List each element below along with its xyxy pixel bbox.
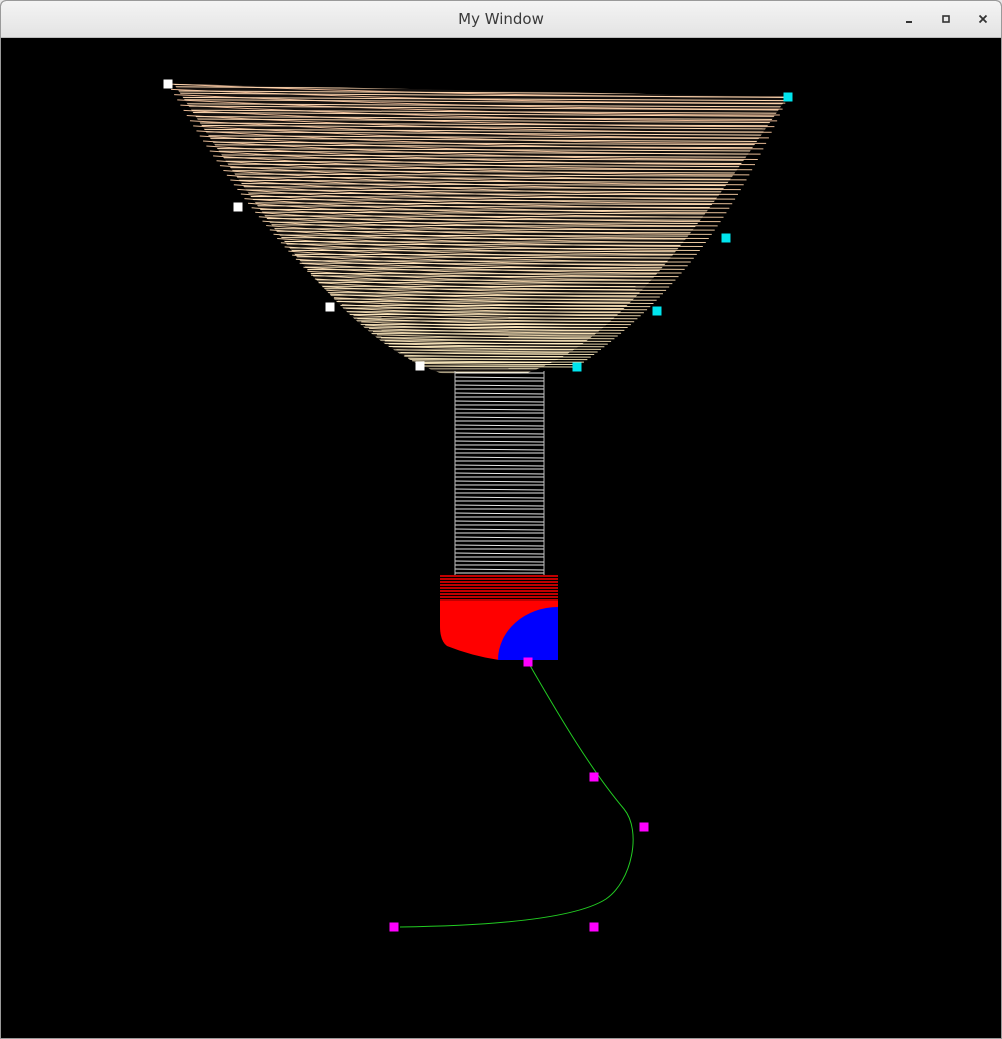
stem-line bbox=[454, 448, 545, 451]
stem-line bbox=[454, 440, 545, 443]
bowl-hatch-line bbox=[174, 279, 788, 282]
stem-line bbox=[454, 536, 545, 539]
bowl-hatch-line bbox=[174, 332, 788, 335]
bowl-hatch-line bbox=[174, 259, 788, 263]
curve-handle[interactable] bbox=[589, 922, 599, 932]
bowl-left-handle[interactable] bbox=[233, 202, 243, 212]
bowl-hatch-line bbox=[174, 285, 788, 288]
drawing-canvas[interactable] bbox=[2, 38, 1001, 1038]
maximize-icon bbox=[942, 15, 950, 23]
title-bar[interactable]: My Window bbox=[1, 1, 1001, 38]
maximize-button[interactable] bbox=[936, 9, 956, 29]
stem-line bbox=[454, 496, 545, 499]
bowl-left-handle[interactable] bbox=[163, 79, 173, 89]
bowl-hatch-line bbox=[174, 253, 788, 256]
stem-line bbox=[454, 552, 545, 555]
bowl-left-handle[interactable] bbox=[325, 302, 335, 312]
curve-handle[interactable] bbox=[389, 922, 399, 932]
bowl-hatch-line bbox=[174, 304, 788, 307]
app-window: My Window bbox=[0, 0, 1002, 1039]
bowl-hatch-line bbox=[174, 272, 788, 275]
bowl-hatch-line bbox=[174, 326, 788, 329]
stem-line bbox=[454, 456, 545, 459]
bowl-right-handle[interactable] bbox=[572, 362, 582, 372]
stem-line bbox=[454, 416, 545, 419]
bowl-right-handle[interactable] bbox=[721, 233, 731, 243]
stem-line bbox=[454, 512, 545, 515]
profile-curve bbox=[399, 661, 634, 928]
curve-handle[interactable] bbox=[639, 822, 649, 832]
bowl-hatch-line bbox=[174, 298, 788, 300]
bowl-surface bbox=[167, 83, 789, 374]
bowl-hatch-line bbox=[174, 339, 788, 341]
profile-curve-path bbox=[399, 661, 634, 928]
bowl-left-handle[interactable] bbox=[415, 361, 425, 371]
stem-line bbox=[454, 568, 545, 571]
stem-line bbox=[454, 432, 545, 435]
stem-line bbox=[454, 384, 545, 387]
stem-line bbox=[454, 400, 545, 403]
bowl-hatch-line bbox=[174, 247, 788, 250]
stem-surface bbox=[454, 371, 545, 575]
bowl-hatch-line bbox=[174, 300, 788, 304]
stem-line bbox=[454, 376, 545, 379]
bowl-hatch-line bbox=[174, 291, 788, 294]
base-shape bbox=[440, 575, 558, 660]
bowl-right-handle[interactable] bbox=[652, 306, 662, 316]
scene-svg bbox=[163, 79, 793, 932]
minimize-button[interactable] bbox=[899, 9, 919, 29]
close-button[interactable] bbox=[973, 9, 993, 29]
stem-line bbox=[454, 424, 545, 427]
curve-handle[interactable] bbox=[589, 772, 599, 782]
bowl-hatch-line bbox=[174, 313, 788, 316]
stem-line bbox=[454, 560, 545, 563]
stem-line bbox=[454, 464, 545, 467]
stem-line bbox=[454, 488, 545, 491]
stem-line bbox=[454, 504, 545, 507]
bowl-hatch-line bbox=[174, 266, 788, 269]
stem-line bbox=[454, 520, 545, 523]
bowl-right-handle[interactable] bbox=[783, 92, 793, 102]
stem-line bbox=[454, 392, 545, 395]
stem-line bbox=[454, 544, 545, 547]
close-icon bbox=[978, 14, 988, 24]
stem-line bbox=[454, 472, 545, 475]
bowl-hatch-line bbox=[174, 307, 788, 310]
minimize-icon bbox=[906, 21, 912, 23]
window-title: My Window bbox=[458, 10, 544, 28]
bowl-hatch-line bbox=[174, 311, 788, 313]
stem-line bbox=[454, 480, 545, 483]
bowl-hatch-line bbox=[174, 320, 788, 323]
stem-line bbox=[454, 528, 545, 531]
curve-handle[interactable] bbox=[523, 657, 533, 667]
stem-line bbox=[454, 408, 545, 411]
